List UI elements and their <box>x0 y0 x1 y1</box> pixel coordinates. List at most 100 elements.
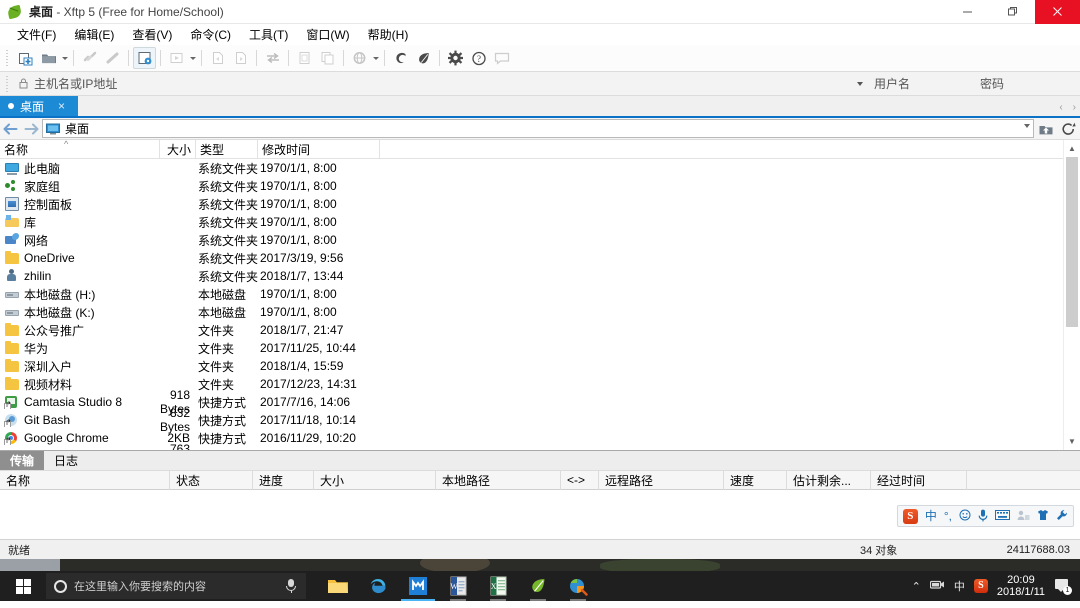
scroll-thumb[interactable] <box>1066 157 1078 327</box>
ime-toolbox-icon[interactable] <box>1056 509 1068 523</box>
cortana-search-box[interactable]: 在这里输入你要搜索的内容 <box>46 573 306 599</box>
tab-log[interactable]: 日志 <box>44 451 88 470</box>
ime-floating-toolbar[interactable]: S 中 °, <box>897 505 1074 527</box>
tray-chevron-icon[interactable]: ⌃ <box>912 580 921 593</box>
table-row[interactable]: 公众号推广文件夹2018/1/7, 21:47 <box>0 321 1080 339</box>
ime-voice-icon[interactable] <box>978 509 988 524</box>
toolbar-grip[interactable] <box>4 48 11 68</box>
table-row[interactable]: SQLyog763 Bytes快捷方式2017/7/3, 21:15 <box>0 447 1080 450</box>
tab-nav-prev-icon[interactable]: ‹ <box>1059 102 1062 113</box>
path-dropdown-icon[interactable] <box>1024 124 1030 128</box>
xshell-icon[interactable] <box>389 47 412 69</box>
settings-gear-icon[interactable] <box>444 47 467 69</box>
close-button[interactable] <box>1035 0 1080 24</box>
ime-user-icon[interactable] <box>1017 510 1030 523</box>
table-row[interactable]: 家庭组系统文件夹1970/1/1, 8:00 <box>0 177 1080 195</box>
scroll-track[interactable] <box>1064 157 1080 433</box>
col-size[interactable]: 大小 <box>160 140 196 159</box>
taskbar-excel[interactable]: X <box>478 571 518 601</box>
table-row[interactable]: 此电脑系统文件夹1970/1/1, 8:00 <box>0 159 1080 177</box>
leaf-icon <box>7 4 23 20</box>
globe-dropdown-icon[interactable] <box>371 47 380 69</box>
password-input[interactable] <box>980 77 1080 91</box>
taskbar-file-explorer[interactable] <box>318 571 358 601</box>
connection-bar-grip[interactable] <box>4 74 11 94</box>
tab-nav-next-icon[interactable]: › <box>1073 102 1076 113</box>
taskbar-maxthon[interactable] <box>398 571 438 601</box>
properties-icon[interactable] <box>133 47 156 69</box>
xftp-leaf-icon[interactable] <box>412 47 435 69</box>
table-row[interactable]: OneDrive系统文件夹2017/3/19, 9:56 <box>0 249 1080 267</box>
microphone-icon[interactable] <box>284 578 298 594</box>
username-input[interactable] <box>874 77 974 91</box>
table-row[interactable]: zhilin系统文件夹2018/1/7, 13:44 <box>0 267 1080 285</box>
help-icon[interactable]: ? <box>467 47 490 69</box>
tab-close-icon[interactable]: × <box>58 100 65 112</box>
tray-network-icon[interactable] <box>930 579 945 593</box>
col-name[interactable]: 名称 ^ <box>0 140 160 159</box>
open-folder-dropdown-icon[interactable] <box>60 47 69 69</box>
back-button[interactable] <box>2 119 20 139</box>
menu-help[interactable]: 帮助(H) <box>359 24 418 45</box>
xcol-direction[interactable]: <-> <box>561 470 599 490</box>
xcol-speed[interactable]: 速度 <box>724 470 787 490</box>
table-row[interactable]: Git Bash832 Bytes快捷方式2017/11/18, 10:14 <box>0 411 1080 429</box>
xcol-name[interactable]: 名称 <box>0 470 170 490</box>
host-input[interactable] <box>34 77 852 91</box>
start-button[interactable] <box>0 571 46 601</box>
tray-clock[interactable]: 20:09 2018/1/11 <box>997 574 1045 598</box>
notification-center-icon[interactable]: 1 <box>1054 577 1072 595</box>
tab-transfer[interactable]: 传输 <box>0 451 44 470</box>
menu-tools[interactable]: 工具(T) <box>240 24 297 45</box>
taskbar-xftp[interactable] <box>518 571 558 601</box>
minimize-button[interactable] <box>945 0 990 24</box>
col-modified[interactable]: 修改时间 <box>258 140 380 159</box>
scroll-down-icon[interactable]: ▼ <box>1064 433 1080 450</box>
open-folder-icon[interactable] <box>37 47 60 69</box>
xcol-progress[interactable]: 进度 <box>253 470 314 490</box>
xcol-size[interactable]: 大小 <box>314 470 436 490</box>
taskbar-edge[interactable] <box>358 571 398 601</box>
restore-button[interactable] <box>990 0 1035 24</box>
xcol-eta[interactable]: 估计剩余... <box>787 470 871 490</box>
ime-soft-keyboard-icon[interactable] <box>995 510 1010 522</box>
file-list-scrollbar[interactable]: ▲ ▼ <box>1063 140 1080 450</box>
ime-chinese-mode[interactable]: 中 <box>925 510 937 522</box>
tray-sogou-icon[interactable]: S <box>974 579 988 593</box>
cell-type: 系统文件夹 <box>196 160 258 177</box>
xcol-status[interactable]: 状态 <box>170 470 253 490</box>
table-row[interactable]: 华为文件夹2017/11/25, 10:44 <box>0 339 1080 357</box>
table-row[interactable]: 库系统文件夹1970/1/1, 8:00 <box>0 213 1080 231</box>
forward-button[interactable] <box>22 119 40 139</box>
transfer-dropdown-icon[interactable] <box>188 47 197 69</box>
table-row[interactable]: 网络系统文件夹1970/1/1, 8:00 <box>0 231 1080 249</box>
cell-name: SQLyog <box>0 449 160 450</box>
table-row[interactable]: 控制面板系统文件夹1970/1/1, 8:00 <box>0 195 1080 213</box>
menu-window[interactable]: 窗口(W) <box>297 24 358 45</box>
xcol-elapsed[interactable]: 经过时间 <box>871 470 967 490</box>
xcol-local-path[interactable]: 本地路径 <box>436 470 561 490</box>
xcol-remote-path[interactable]: 远程路径 <box>599 470 724 490</box>
ime-skin-icon[interactable] <box>1037 509 1049 523</box>
taskbar-word[interactable]: W <box>438 571 478 601</box>
menu-edit[interactable]: 编辑(E) <box>65 24 123 45</box>
refresh-icon[interactable] <box>1058 119 1078 139</box>
ime-punctuation[interactable]: °, <box>944 510 952 522</box>
table-row[interactable]: 本地磁盘 (K:)本地磁盘1970/1/1, 8:00 <box>0 303 1080 321</box>
new-session-icon[interactable] <box>14 47 37 69</box>
host-dropdown-icon[interactable] <box>852 74 868 94</box>
up-folder-icon[interactable] <box>1036 119 1056 139</box>
menu-command[interactable]: 命令(C) <box>181 24 240 45</box>
ime-emoji-icon[interactable] <box>959 509 971 523</box>
scroll-up-icon[interactable]: ▲ <box>1064 140 1080 157</box>
tray-language-icon[interactable]: 中 <box>954 578 965 594</box>
menu-file[interactable]: 文件(F) <box>8 24 65 45</box>
tab-desktop[interactable]: 桌面 × <box>0 96 78 116</box>
sogou-logo-icon[interactable]: S <box>903 509 918 524</box>
col-type[interactable]: 类型 <box>196 140 258 159</box>
menu-view[interactable]: 查看(V) <box>123 24 181 45</box>
table-row[interactable]: 深圳入户文件夹2018/1/4, 15:59 <box>0 357 1080 375</box>
taskbar-xshell[interactable] <box>558 571 598 601</box>
path-input[interactable]: 桌面 <box>42 119 1034 138</box>
table-row[interactable]: 本地磁盘 (H:)本地磁盘1970/1/1, 8:00 <box>0 285 1080 303</box>
